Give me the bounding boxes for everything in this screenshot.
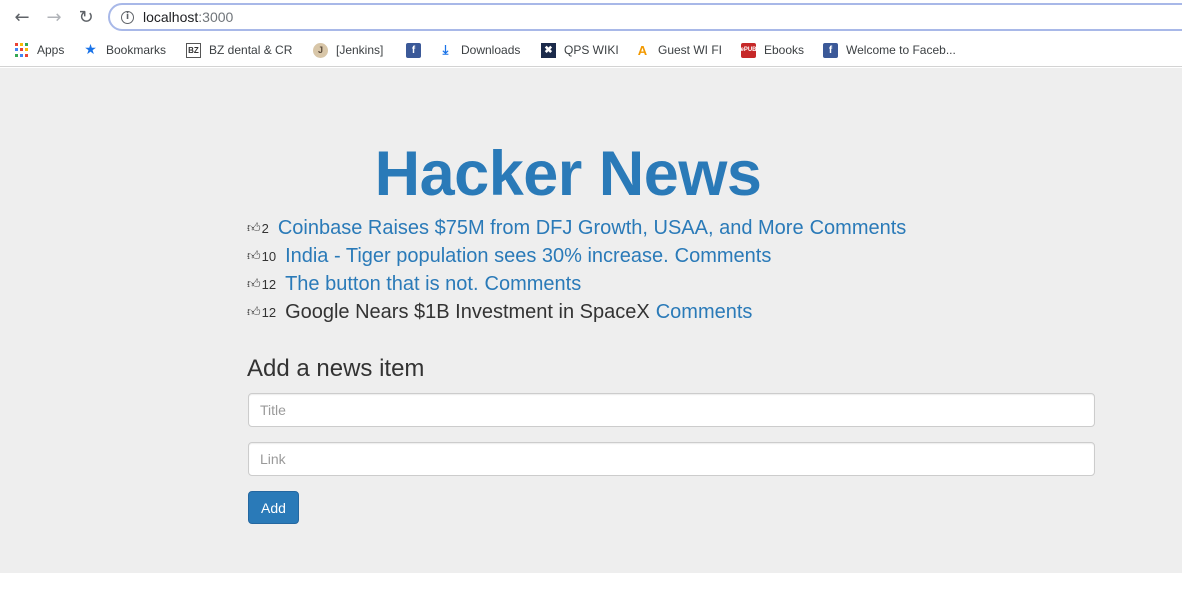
- add-button[interactable]: Add: [248, 491, 299, 524]
- url-port: :3000: [198, 9, 234, 25]
- download-icon: ⤓: [442, 42, 449, 58]
- url-host: localhost: [143, 9, 199, 25]
- vote-count: 2: [261, 220, 269, 236]
- bookmark-label: [Jenkins]: [336, 43, 384, 57]
- comments-link[interactable]: Comments: [675, 245, 772, 268]
- jenkins-icon: J: [313, 42, 328, 58]
- bookmark-label: Guest WI FI: [658, 43, 723, 57]
- forward-arrow-icon[interactable]: →: [43, 6, 65, 28]
- news-list: 👍︎ 2 Coinbase Raises $75M from DFJ Growth…: [247, 214, 906, 326]
- bookmark-label: BZ dental & CR: [209, 43, 293, 57]
- bookmarks-bar: Apps ★ Bookmarks BZ BZ dental & CR J [Je…: [0, 34, 1182, 67]
- add-news-heading: Add a news item: [247, 355, 425, 382]
- reload-icon[interactable]: ↻: [75, 6, 97, 28]
- news-title-link[interactable]: India - Tiger population sees 30% increa…: [285, 245, 669, 268]
- bookmark-label: Downloads: [461, 43, 521, 57]
- bookmark-guest-wifi[interactable]: A Guest WI FI: [635, 41, 722, 59]
- bookmark-label: Bookmarks: [106, 43, 167, 57]
- page-title: Hacker News: [374, 139, 762, 209]
- news-title-text: Google Nears $1B Investment in SpaceX: [285, 300, 650, 323]
- list-item: 👍︎ 2 Coinbase Raises $75M from DFJ Growth…: [247, 214, 906, 242]
- link-input[interactable]: [248, 442, 1095, 476]
- thumbs-up-icon: 👍︎: [247, 248, 261, 264]
- bookmark-label: Ebooks: [764, 43, 805, 57]
- bookmark-downloads[interactable]: ⤓ Downloads: [438, 41, 521, 59]
- page-content: Hacker News 👍︎ 2 Coinbase Raises $75M fro…: [0, 68, 1182, 573]
- thumbs-up-icon: 👍︎: [247, 220, 261, 236]
- list-item: 👍︎ 10 India - Tiger population sees 30% i…: [247, 242, 906, 270]
- star-icon: ★: [84, 42, 97, 58]
- vote-count: 12: [261, 276, 277, 292]
- bookmark-label: QPS WIKI: [564, 43, 619, 57]
- facebook-icon: f: [823, 42, 838, 58]
- bookmark-apps[interactable]: Apps: [14, 41, 64, 59]
- comments-link[interactable]: Comments: [810, 217, 907, 240]
- bookmark-ebooks[interactable]: ePUB Ebooks: [741, 41, 804, 59]
- apps-grid-icon: [14, 42, 29, 58]
- vote-count: 12: [261, 304, 277, 320]
- bookmark-bookmarks[interactable]: ★ Bookmarks: [83, 41, 166, 59]
- address-bar[interactable]: i localhost:3000: [108, 3, 1182, 31]
- facebook-icon: f: [406, 42, 421, 58]
- upvote-button[interactable]: 👍︎ 12: [247, 277, 276, 292]
- vote-count: 10: [261, 248, 277, 264]
- wifi-icon: A: [637, 42, 648, 58]
- upvote-button[interactable]: 👍︎ 12: [247, 305, 276, 320]
- upvote-button[interactable]: 👍︎ 2: [247, 221, 269, 236]
- bookmark-label: Apps: [37, 43, 65, 57]
- wiki-icon: ✖: [541, 42, 556, 58]
- bz-icon: BZ: [186, 42, 201, 58]
- bookmark-welcome-facebook[interactable]: f Welcome to Faceb...: [823, 41, 956, 59]
- bookmark-label: Welcome to Faceb...: [846, 43, 956, 57]
- title-input[interactable]: [248, 393, 1095, 427]
- bookmark-qps-wiki[interactable]: ✖ QPS WIKI: [541, 41, 619, 59]
- upvote-button[interactable]: 👍︎ 10: [247, 249, 276, 264]
- back-arrow-icon[interactable]: ←: [11, 6, 33, 28]
- thumbs-up-icon: 👍︎: [247, 276, 261, 292]
- url-text[interactable]: localhost:3000: [143, 9, 233, 25]
- list-item: 👍︎ 12 Google Nears $1B Investment in Spac…: [247, 298, 906, 326]
- bookmark-jenkins[interactable]: J [Jenkins]: [313, 41, 383, 59]
- bookmark-bz-dental[interactable]: BZ BZ dental & CR: [186, 41, 292, 59]
- epub-icon: ePUB: [741, 42, 757, 58]
- list-item: 👍︎ 12 The button that is not. Comments: [247, 270, 906, 298]
- comments-link[interactable]: Comments: [656, 301, 753, 324]
- bookmark-facebook[interactable]: f: [406, 41, 429, 59]
- news-title-link[interactable]: The button that is not.: [285, 273, 478, 296]
- thumbs-up-icon: 👍︎: [247, 304, 261, 320]
- info-icon[interactable]: i: [121, 11, 134, 24]
- comments-link[interactable]: Comments: [485, 273, 582, 296]
- browser-toolbar: ← → ↻ i localhost:3000: [0, 0, 1182, 34]
- news-title-link[interactable]: Coinbase Raises $75M from DFJ Growth, US…: [278, 217, 804, 240]
